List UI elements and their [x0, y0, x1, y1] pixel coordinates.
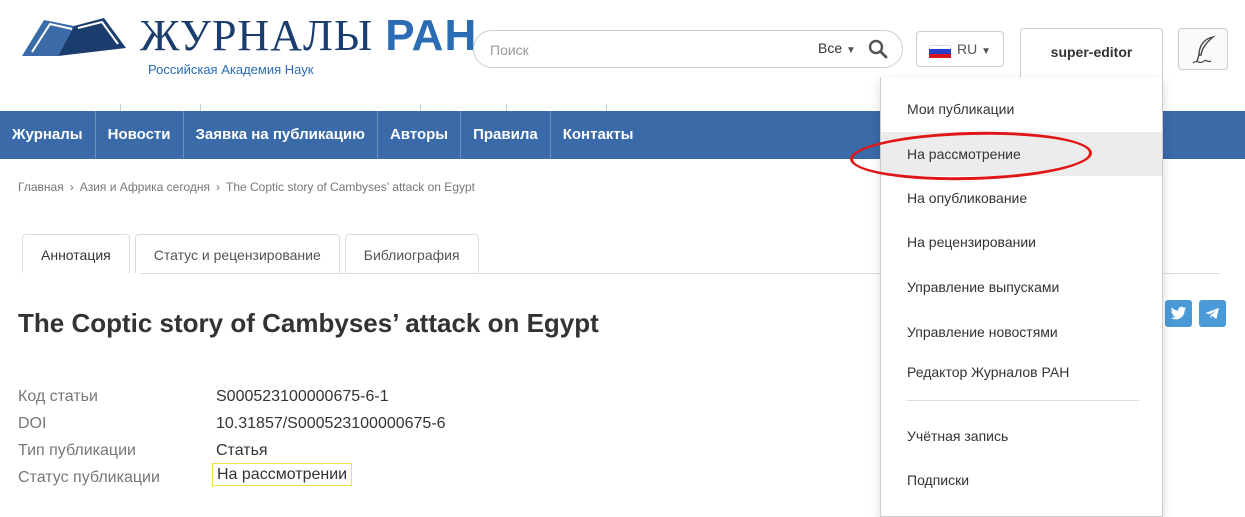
meta-label: Статус публикации [18, 469, 160, 486]
article-tabs: Аннотация Статус и рецензирование Библио… [22, 234, 484, 274]
menu-divider [907, 400, 1139, 401]
breadcrumb-home[interactable]: Главная [18, 180, 64, 194]
user-menu-button[interactable]: super-editor [1020, 28, 1163, 78]
logo-subtitle: Российская Академия Наук [148, 62, 314, 77]
meta-label: Тип публикации [18, 442, 136, 459]
menu-item-manage-issues[interactable]: Управление выпусками [881, 265, 1162, 309]
search-icon[interactable] [868, 39, 888, 59]
breadcrumb: Главная › Азия и Африка сегодня › The Coptic… [18, 180, 475, 194]
tab-status-review[interactable]: Статус и рецензирование [134, 234, 340, 273]
tab-annotation[interactable]: Аннотация [22, 234, 130, 273]
meta-value: 10.31857/S000523100000675-6 [216, 415, 446, 432]
share-buttons [1165, 300, 1227, 328]
article-meta: Код статьи S000523100000675-6-1 DOI 10.3… [18, 384, 538, 492]
nav-authors[interactable]: Авторы [378, 111, 462, 159]
language-selector[interactable]: RU ▼ [916, 31, 1004, 67]
nav-items: Журналы Новости Заявка на публикацию Авторы… [0, 111, 645, 159]
meta-row-type: Тип публикации Статья [18, 438, 538, 465]
menu-item-ras-journals-editor[interactable]: Редактор Журналов РАН [881, 350, 1162, 394]
menu-item-manage-news[interactable]: Управление новостями [881, 310, 1162, 354]
nav-news[interactable]: Новости [96, 111, 184, 159]
language-label: RU [957, 41, 978, 57]
quill-icon [1192, 35, 1216, 64]
user-dropdown-menu: Мои публикации На рассмотрение На опубли… [880, 77, 1163, 517]
breadcrumb-current: The Coptic story of Cambyses’ attack on … [226, 180, 475, 194]
username-label: super-editor [1050, 44, 1133, 60]
meta-label: Код статьи [18, 388, 98, 405]
telegram-icon [1205, 307, 1219, 320]
book-logo-icon [22, 18, 126, 56]
article-title: The Coptic story of Cambyses’ attack on … [18, 308, 599, 338]
nav-contacts[interactable]: Контакты [551, 111, 646, 159]
search-input[interactable] [488, 39, 792, 61]
tab-bibliography[interactable]: Библиография [344, 234, 479, 273]
chevron-down-icon: ▼ [981, 46, 992, 57]
search-scope-dropdown[interactable]: Все ▼ [818, 40, 856, 56]
status-badge: На рассмотрении [212, 463, 353, 486]
menu-item-under-review[interactable]: На рассмотрение [881, 132, 1162, 176]
twitter-icon [1170, 306, 1187, 320]
menu-item-to-publish[interactable]: На опубликование [881, 176, 1162, 220]
meta-value: S000523100000675-6-1 [216, 388, 389, 405]
meta-label: DOI [18, 415, 47, 432]
meta-value: Статья [216, 442, 268, 459]
telegram-share-button[interactable] [1199, 300, 1226, 327]
meta-row-code: Код статьи S000523100000675-6-1 [18, 384, 538, 411]
nav-publication-request[interactable]: Заявка на публикацию [184, 111, 378, 159]
site-logo[interactable]: ЖУРНАЛЫ РАН Российская Академия Наук [18, 10, 476, 80]
meta-row-doi: DOI 10.31857/S000523100000675-6 [18, 411, 538, 438]
breadcrumb-journal[interactable]: Азия и Африка сегодня [80, 180, 210, 194]
meta-row-status: Статус публикации На рассмотрении [18, 463, 538, 492]
quill-button[interactable] [1178, 28, 1228, 70]
breadcrumb-separator-icon: › [216, 180, 220, 194]
nav-rules[interactable]: Правила [461, 111, 551, 159]
nav-separators [0, 104, 880, 111]
russian-flag-icon [929, 45, 951, 58]
search-box: Все ▼ [473, 30, 903, 68]
chevron-down-icon: ▼ [846, 45, 856, 56]
menu-item-my-publications[interactable]: Мои публикации [881, 87, 1162, 131]
breadcrumb-separator-icon: › [69, 180, 74, 194]
menu-item-in-reviewing[interactable]: На рецензировании [881, 220, 1162, 264]
menu-item-account[interactable]: Учётная запись [881, 414, 1162, 458]
nav-journals[interactable]: Журналы [0, 111, 96, 159]
twitter-share-button[interactable] [1165, 300, 1192, 327]
logo-title: ЖУРНАЛЫ РАН [140, 11, 478, 60]
menu-item-subscriptions[interactable]: Подписки [881, 458, 1162, 502]
